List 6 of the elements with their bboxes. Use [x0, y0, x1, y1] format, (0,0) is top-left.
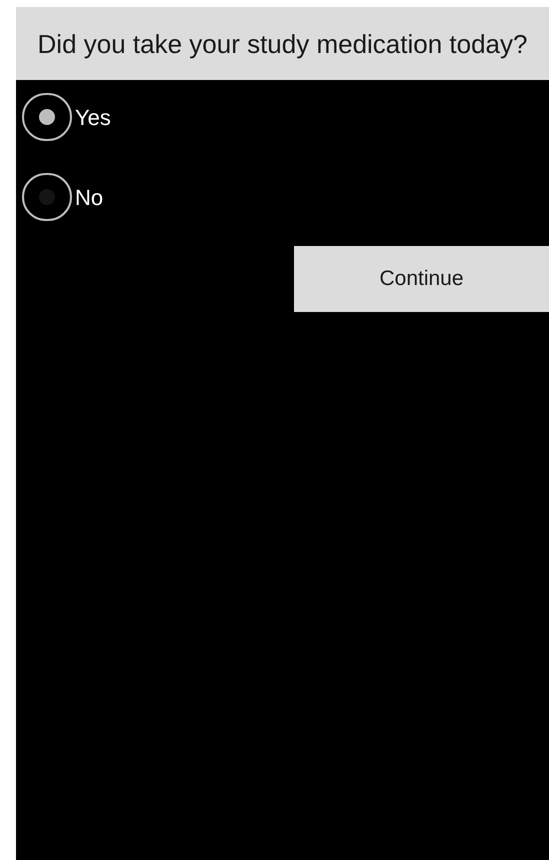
radio-button[interactable] [22, 93, 72, 141]
continue-button[interactable]: Continue [294, 246, 549, 312]
option-label: Yes [75, 104, 111, 132]
option-label: No [75, 184, 104, 212]
question-text: Did you take your study medication today? [38, 28, 528, 60]
radio-button[interactable] [22, 173, 72, 221]
